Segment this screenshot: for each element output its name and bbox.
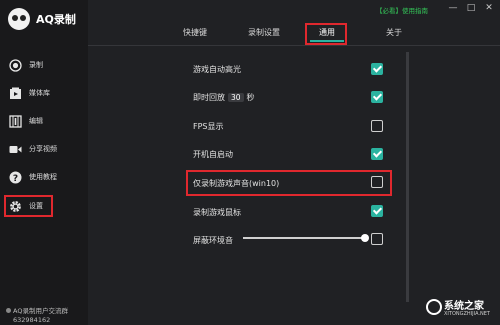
tab-record-settings[interactable]: 录制设置: [244, 24, 284, 41]
setting-label: 仅录制游戏声音(win10): [193, 179, 280, 188]
setting-label: 录制游戏鼠标: [193, 208, 241, 217]
setting-label: 开机自启动: [193, 150, 233, 159]
setting-unit: 秒: [246, 93, 255, 102]
user-icon: [6, 308, 11, 313]
sidebar-item-label: 分享视频: [29, 145, 57, 153]
watermark-logo-icon: [426, 299, 442, 315]
sidebar-item-share-video[interactable]: 分享视频: [0, 137, 88, 161]
owl-logo-icon: [8, 8, 30, 30]
sidebar-item-edit[interactable]: 编辑: [0, 109, 88, 133]
setting-label: 游戏自动高光: [193, 65, 241, 74]
close-button[interactable]: ✕: [484, 3, 494, 13]
instant-replay-setting: 即时回放 30 秒: [193, 92, 255, 103]
sidebar-item-label: 使用教程: [29, 173, 57, 181]
tab-about[interactable]: 关于: [382, 24, 406, 41]
sidebar: AQ录制 录制 媒体库 编辑 分享视频 ? 使用教程 设置 AQ录制用户交流群 …: [0, 0, 88, 325]
record-icon: [9, 58, 22, 72]
sidebar-item-media-library[interactable]: 媒体库: [0, 81, 88, 105]
game-audio-only-checkbox[interactable]: [371, 176, 383, 188]
tab-hotkeys[interactable]: 快捷键: [178, 24, 212, 41]
app-name: AQ录制: [36, 13, 76, 26]
instant-replay-checkbox[interactable]: [371, 91, 383, 103]
guide-link[interactable]: 【必看】使用指南: [376, 5, 428, 15]
setting-label: FPS显示: [193, 122, 224, 131]
settings-tabs: 快捷键 录制设置 通用 关于: [88, 21, 500, 46]
user-group-number: 632984162: [13, 316, 51, 324]
sidebar-item-label: 设置: [29, 202, 43, 210]
edit-icon: [9, 114, 22, 128]
sidebar-item-label: 编辑: [29, 117, 43, 125]
watermark-url: XITONGZHIJIA.NET: [444, 311, 490, 317]
fps-display-checkbox[interactable]: [371, 120, 383, 132]
title-bar: 【必看】使用指南 — □ ✕: [88, 0, 500, 18]
gear-icon: [9, 200, 22, 213]
record-mouse-checkbox[interactable]: [371, 205, 383, 217]
scrollbar[interactable]: [406, 52, 409, 302]
ambient-noise-slider-thumb[interactable]: [361, 234, 369, 242]
sidebar-item-settings[interactable]: 设置: [0, 194, 88, 218]
ambient-noise-slider-track[interactable]: [243, 237, 367, 239]
sidebar-item-label: 媒体库: [29, 89, 50, 97]
app-logo: AQ录制: [8, 8, 76, 30]
setting-label: 即时回放: [193, 93, 225, 102]
watermark: 系统之家 XITONGZHIJIA.NET: [424, 296, 496, 320]
general-tab-highlight-box: [305, 23, 347, 45]
mute-ambient-checkbox[interactable]: [371, 233, 383, 245]
setting-label: 屏蔽环境音: [193, 236, 233, 245]
video-icon: [9, 143, 22, 156]
help-icon: ?: [9, 171, 22, 184]
media-library-icon: [9, 87, 22, 100]
replay-seconds-input[interactable]: 30: [228, 93, 244, 102]
sidebar-item-label: 录制: [29, 61, 43, 69]
watermark-title: 系统之家: [444, 301, 484, 312]
auto-highlight-checkbox[interactable]: [371, 63, 383, 75]
sidebar-item-record[interactable]: 录制: [0, 53, 88, 77]
user-group-name: AQ录制用户交流群: [13, 307, 68, 315]
user-group-info: AQ录制用户交流群 632984162: [6, 307, 68, 325]
svg-text:?: ?: [13, 173, 18, 183]
maximize-button[interactable]: □: [466, 3, 476, 13]
minimize-button[interactable]: —: [448, 3, 458, 13]
sidebar-item-tutorial[interactable]: ? 使用教程: [0, 165, 88, 189]
autostart-checkbox[interactable]: [371, 148, 383, 160]
